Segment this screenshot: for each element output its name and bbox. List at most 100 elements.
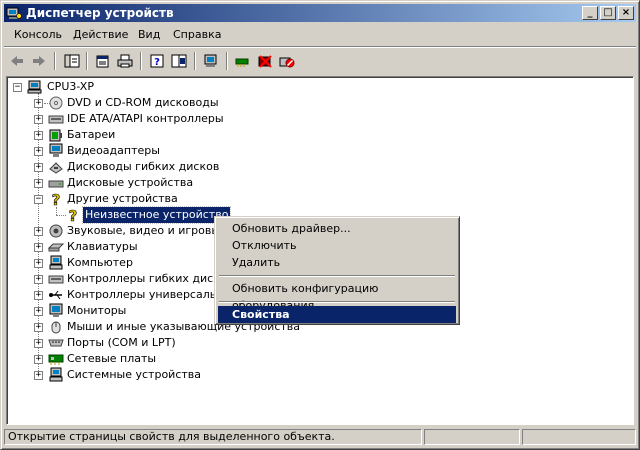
toolbar-separator bbox=[140, 52, 142, 70]
tree-item[interactable]: + Порты (COM и LPT) bbox=[7, 335, 627, 351]
tree-item-label: Дисковые устройства bbox=[67, 176, 194, 189]
expand-icon[interactable]: + bbox=[34, 131, 43, 140]
expand-icon[interactable]: + bbox=[34, 227, 43, 236]
scan-hardware-icon[interactable] bbox=[201, 51, 221, 71]
tree-item-label: Звуковые, видео и игровые bbox=[67, 224, 227, 237]
ide-controller-icon bbox=[48, 115, 64, 124]
menu-help[interactable]: Справка bbox=[168, 27, 226, 43]
tree-root[interactable]: − CPU3-XP bbox=[11, 79, 211, 95]
expand-icon[interactable]: + bbox=[34, 259, 43, 268]
properties-icon[interactable] bbox=[93, 51, 113, 71]
toolbar-separator bbox=[226, 52, 228, 70]
tree-item[interactable]: + Батареи bbox=[7, 127, 627, 143]
back-arrow-icon[interactable] bbox=[7, 51, 27, 71]
usb-icon bbox=[49, 290, 62, 300]
console-tree-icon[interactable] bbox=[169, 51, 189, 71]
menu-separator bbox=[4, 46, 636, 48]
tree-item[interactable]: + Дисковые устройства bbox=[7, 175, 627, 191]
network-card-icon bbox=[48, 354, 64, 365]
tree-item-label: Батареи bbox=[67, 128, 116, 141]
tree-item[interactable]: + DVD и CD-ROM дисководы bbox=[7, 95, 627, 111]
tree-item-label: Системные устройства bbox=[67, 368, 201, 381]
expand-icon[interactable]: + bbox=[34, 147, 43, 156]
status-bar: Открытие страницы свойств для выделенног… bbox=[4, 428, 636, 446]
tree-item[interactable]: + Сетевые платы bbox=[7, 351, 627, 367]
expand-icon[interactable]: + bbox=[34, 275, 43, 284]
menu-update-driver[interactable]: Обновить драйвер... bbox=[218, 220, 456, 237]
disable-icon[interactable] bbox=[277, 51, 297, 71]
expand-icon[interactable]: + bbox=[34, 243, 43, 252]
tree-item-label: Клавиатуры bbox=[67, 240, 138, 253]
context-menu: Обновить драйвер... Отключить Удалить Об… bbox=[214, 216, 460, 325]
expand-icon[interactable]: + bbox=[34, 371, 43, 380]
menu-action[interactable]: Действие bbox=[68, 27, 133, 43]
tree-item[interactable]: + Системные устройства bbox=[7, 367, 627, 383]
computer-icon bbox=[27, 80, 42, 94]
expand-icon[interactable]: + bbox=[34, 163, 43, 172]
expand-icon[interactable]: + bbox=[34, 339, 43, 348]
expand-icon[interactable]: + bbox=[34, 115, 43, 124]
expand-icon[interactable]: + bbox=[34, 323, 43, 332]
tree-item[interactable]: − ? Другие устройства bbox=[7, 191, 627, 207]
system-device-icon bbox=[49, 367, 63, 382]
tree-item-label: IDE ATA/ATAPI контроллеры bbox=[67, 112, 224, 125]
menu-separator bbox=[219, 301, 455, 303]
close-button[interactable]: × bbox=[618, 6, 634, 20]
collapse-icon[interactable]: − bbox=[34, 195, 43, 204]
svg-text:?: ? bbox=[154, 57, 160, 68]
expand-icon[interactable]: + bbox=[34, 99, 43, 108]
floppy-controller-icon bbox=[48, 275, 64, 284]
expand-icon[interactable]: + bbox=[34, 355, 43, 364]
window-title: Диспетчер устройств bbox=[26, 6, 174, 20]
print-icon[interactable] bbox=[115, 51, 135, 71]
status-text: Открытие страницы свойств для выделенног… bbox=[4, 429, 422, 445]
expand-icon[interactable]: + bbox=[34, 291, 43, 300]
tree-item-label: Порты (COM и LPT) bbox=[67, 336, 176, 349]
menu-scan-hardware[interactable]: Обновить конфигурацию оборудования bbox=[218, 280, 456, 312]
menu-properties[interactable]: Свойства bbox=[218, 306, 456, 323]
tree-item-label: Контроллеры гибких дисков bbox=[67, 272, 234, 285]
forward-arrow-icon[interactable] bbox=[29, 51, 49, 71]
toolbar: ? bbox=[4, 49, 636, 73]
menu-bar: Консоль Действие Вид Справка bbox=[4, 25, 636, 45]
tree-item[interactable]: + IDE ATA/ATAPI контроллеры bbox=[7, 111, 627, 127]
show-hide-tree-icon[interactable] bbox=[62, 51, 82, 71]
root-label: CPU3-XP bbox=[47, 80, 94, 93]
maximize-button[interactable]: □ bbox=[600, 6, 616, 20]
status-panel-empty bbox=[424, 429, 520, 445]
expand-icon[interactable]: + bbox=[34, 179, 43, 188]
tree-item-label: Видеоадаптеры bbox=[67, 144, 160, 157]
menu-separator bbox=[219, 275, 455, 277]
menu-view[interactable]: Вид bbox=[133, 27, 165, 43]
computer-icon bbox=[49, 255, 63, 270]
status-panel-empty bbox=[522, 429, 636, 445]
tree-item-label: Мониторы bbox=[67, 304, 127, 317]
unknown-device-icon: ? bbox=[51, 191, 61, 207]
floppy-drive-icon bbox=[49, 162, 63, 174]
tree-item[interactable]: + Видеоадаптеры bbox=[7, 143, 627, 159]
expand-icon[interactable]: + bbox=[34, 307, 43, 316]
device-manager-icon bbox=[6, 7, 22, 19]
toolbar-separator bbox=[86, 52, 88, 70]
svg-text:?: ? bbox=[69, 207, 78, 223]
menu-disable[interactable]: Отключить bbox=[218, 237, 456, 254]
title-bar[interactable]: Диспетчер устройств _ □ × bbox=[4, 4, 636, 22]
tree-item[interactable]: + Дисководы гибких дисков bbox=[7, 159, 627, 175]
tree-item-label: Компьютер bbox=[67, 256, 133, 269]
toolbar-separator bbox=[194, 52, 196, 70]
svg-text:?: ? bbox=[52, 191, 61, 207]
display-adapter-icon bbox=[49, 143, 63, 157]
menu-remove[interactable]: Удалить bbox=[218, 254, 456, 271]
menu-console[interactable]: Консоль bbox=[9, 27, 67, 43]
collapse-icon[interactable]: − bbox=[13, 83, 22, 92]
help-icon[interactable]: ? bbox=[147, 51, 167, 71]
uninstall-icon[interactable] bbox=[255, 51, 275, 71]
tree-item-label: Неизвестное устройство bbox=[81, 206, 232, 224]
battery-icon bbox=[49, 129, 62, 142]
mouse-icon bbox=[51, 321, 61, 334]
update-driver-icon[interactable] bbox=[233, 51, 253, 71]
toolbar-separator bbox=[54, 52, 56, 70]
minimize-button[interactable]: _ bbox=[582, 6, 598, 20]
tree-item-label: Другие устройства bbox=[67, 192, 178, 205]
keyboard-icon bbox=[48, 243, 64, 252]
